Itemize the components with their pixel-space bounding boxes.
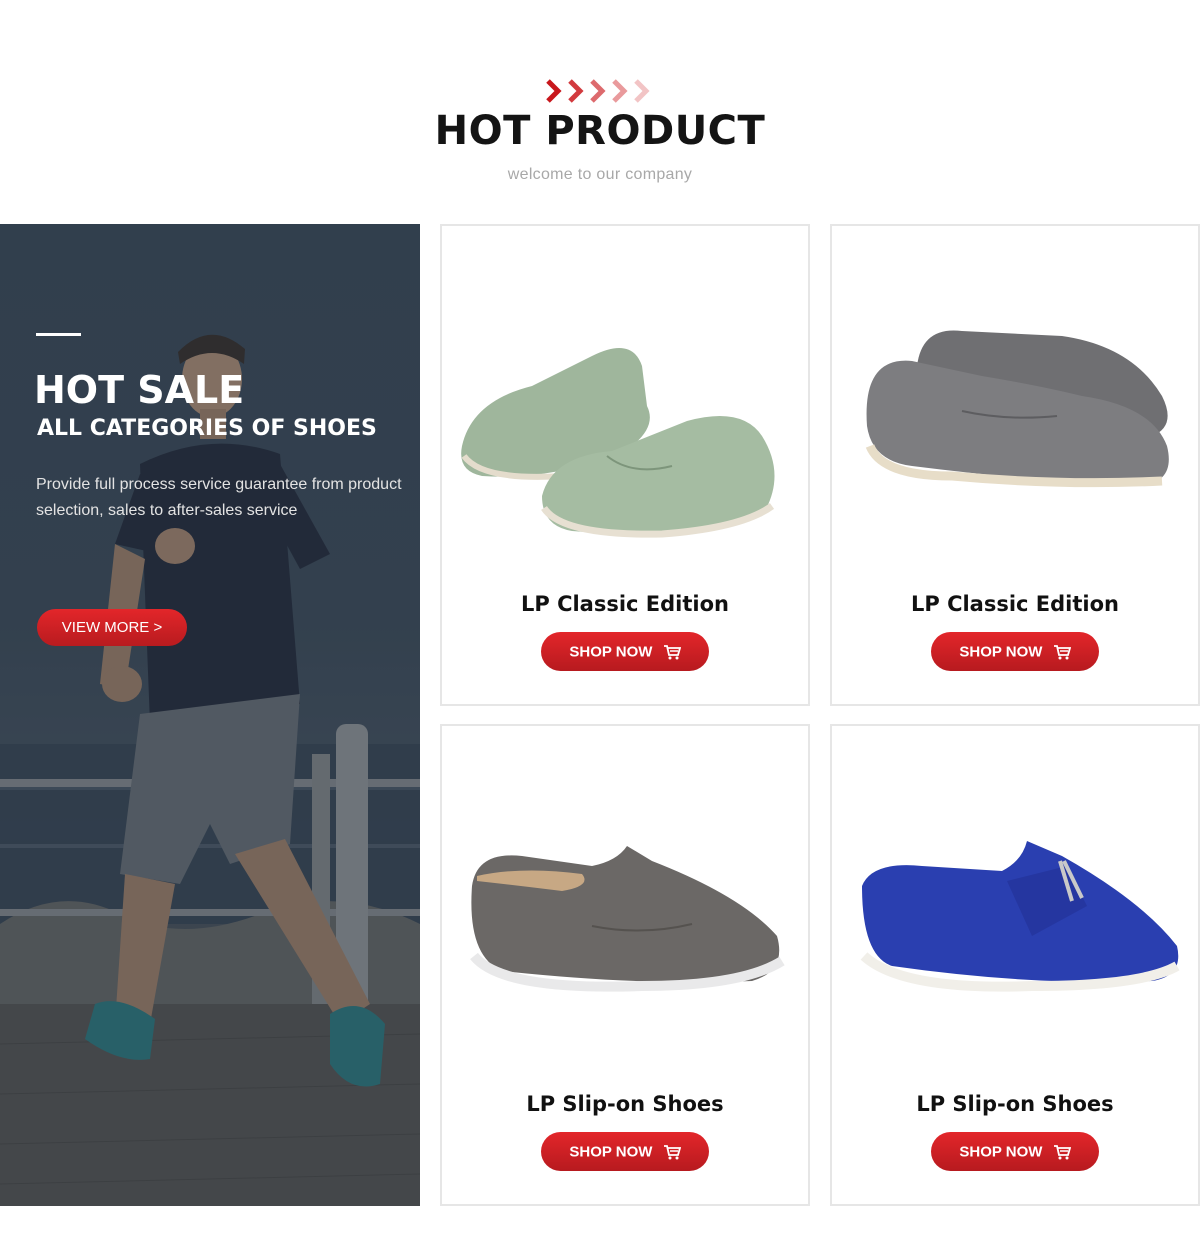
product-name: LP Slip-on Shoes bbox=[526, 1092, 724, 1116]
section-header: HOT PRODUCT welcome to our company bbox=[0, 0, 1200, 224]
product-card[interactable]: LP Classic Edition SHOP NOW bbox=[440, 224, 810, 706]
promo-divider bbox=[36, 333, 81, 336]
product-image bbox=[470, 846, 785, 992]
section-subtitle: welcome to our company bbox=[507, 166, 693, 183]
product-name: LP Slip-on Shoes bbox=[916, 1092, 1114, 1116]
shop-now-button[interactable]: SHOP NOW bbox=[931, 1132, 1099, 1171]
promo-banner: HOT SALE ALL CATEGORIES OF SHOES Provide… bbox=[0, 224, 420, 1206]
shop-now-label: SHOP NOW bbox=[959, 1143, 1043, 1161]
product-image bbox=[865, 330, 1169, 488]
product-card[interactable]: LP Slip-on Shoes SHOP NOW bbox=[440, 724, 810, 1206]
cart-icon bbox=[1053, 645, 1071, 660]
shop-now-label: SHOP NOW bbox=[569, 643, 653, 661]
chevron-arrows-icon bbox=[546, 79, 650, 103]
shop-now-button[interactable]: SHOP NOW bbox=[541, 632, 709, 671]
shop-now-label: SHOP NOW bbox=[959, 643, 1043, 661]
shop-now-button[interactable]: SHOP NOW bbox=[541, 1132, 709, 1171]
cart-icon bbox=[1053, 1145, 1071, 1160]
shop-now-button[interactable]: SHOP NOW bbox=[931, 632, 1099, 671]
product-card[interactable]: LP Classic Edition SHOP NOW bbox=[830, 224, 1200, 706]
promo-subtitle: ALL CATEGORIES OF SHOES bbox=[37, 416, 377, 441]
product-name: LP Classic Edition bbox=[520, 592, 729, 616]
product-image bbox=[860, 841, 1180, 992]
product-name: LP Classic Edition bbox=[910, 592, 1119, 616]
shop-now-label: SHOP NOW bbox=[569, 1143, 653, 1161]
section-title: HOT PRODUCT bbox=[434, 108, 766, 154]
product-image bbox=[461, 348, 775, 538]
product-card[interactable]: LP Slip-on Shoes SHOP NOW bbox=[830, 724, 1200, 1206]
cart-icon bbox=[663, 1145, 681, 1160]
promo-title: HOT SALE bbox=[34, 368, 245, 412]
cart-icon bbox=[663, 645, 681, 660]
view-more-button[interactable]: VIEW MORE > bbox=[37, 609, 187, 646]
promo-description: Provide full process service guarantee f… bbox=[36, 476, 402, 519]
